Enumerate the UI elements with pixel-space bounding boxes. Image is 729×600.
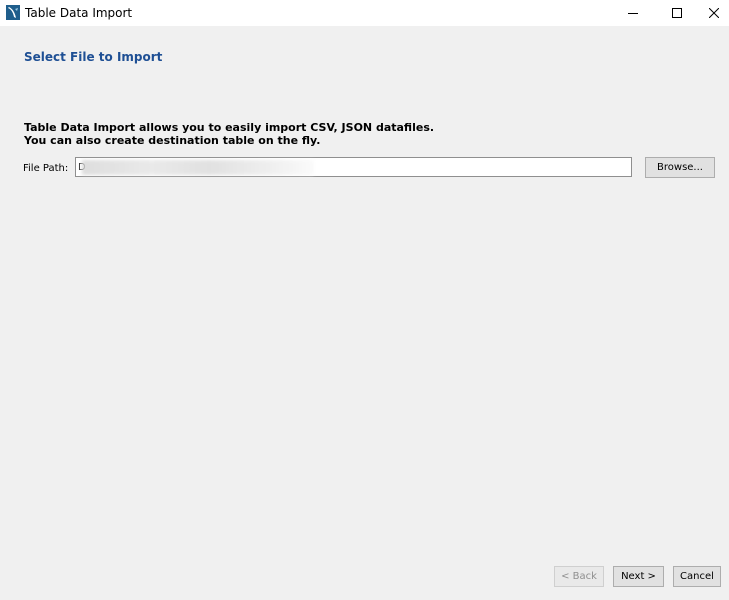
description-line-2: You can also create destination table on…: [24, 134, 321, 147]
maximize-icon: [672, 8, 682, 18]
next-button[interactable]: Next >: [613, 566, 664, 587]
description: Table Data Import allows you to easily i…: [24, 121, 434, 147]
description-line-1: Table Data Import allows you to easily i…: [24, 121, 435, 134]
close-button[interactable]: [699, 0, 729, 26]
cancel-button[interactable]: Cancel: [673, 566, 721, 587]
mysql-workbench-icon: [6, 5, 20, 20]
title-bar[interactable]: Table Data Import: [0, 0, 729, 26]
file-path-label: File Path:: [23, 163, 69, 174]
minimize-icon: [628, 13, 638, 14]
maximize-button[interactable]: [655, 0, 699, 26]
close-icon: [709, 8, 719, 18]
redacted-path-overlay: [82, 160, 314, 175]
back-button[interactable]: < Back: [554, 566, 604, 587]
page-title: Select File to Import: [24, 50, 163, 64]
minimize-button[interactable]: [611, 0, 655, 26]
window-title: Table Data Import: [25, 6, 133, 20]
browse-button[interactable]: Browse...: [645, 157, 715, 178]
import-dialog: Table Data Import Select File to Import …: [0, 0, 729, 600]
